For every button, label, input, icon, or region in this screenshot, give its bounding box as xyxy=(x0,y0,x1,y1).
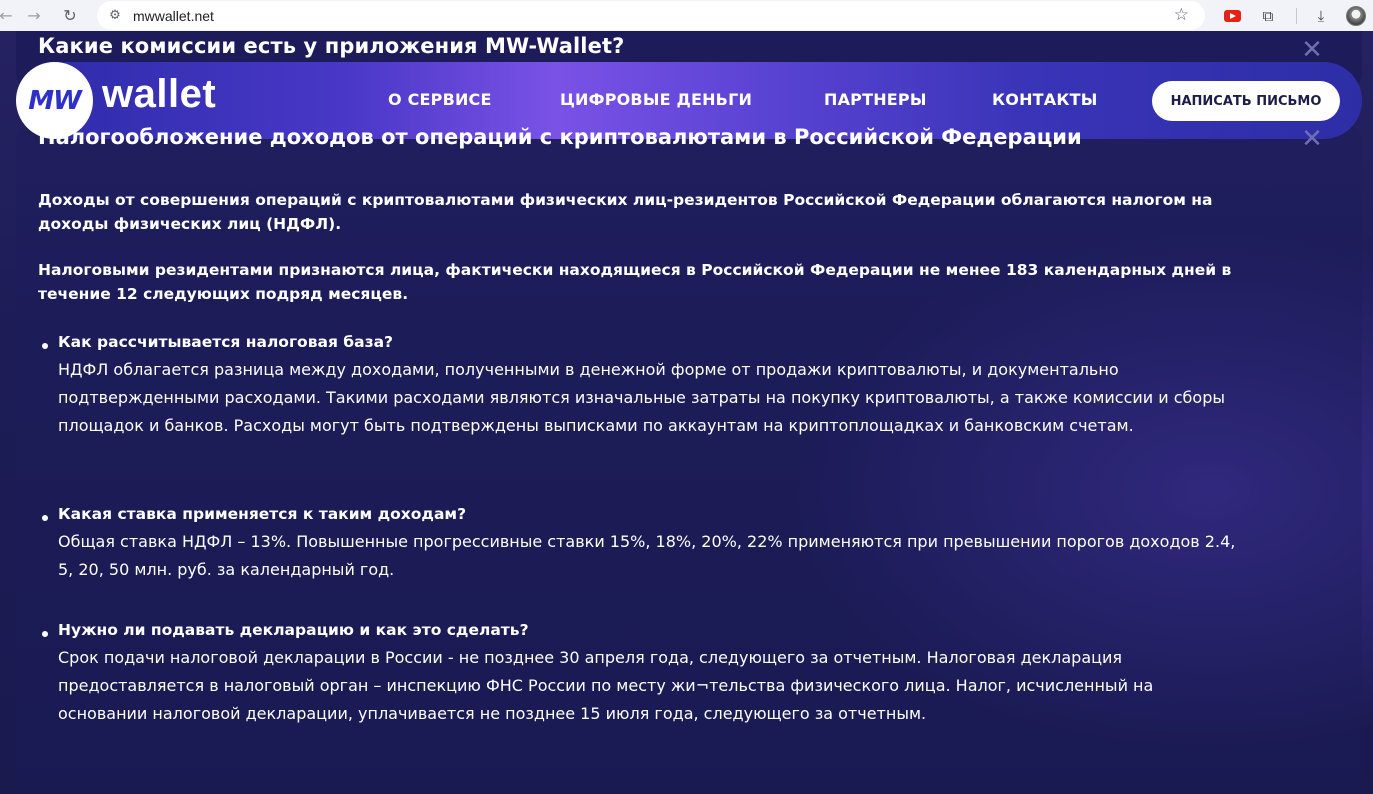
logo-wordmark[interactable]: wallet xyxy=(102,72,216,117)
toolbar-divider xyxy=(1296,8,1297,24)
intro-paragraph: Доходы от совершения операций с криптова… xyxy=(38,191,1213,233)
download-icon[interactable]: ⤓ xyxy=(1309,4,1333,28)
browser-toolbar: ← → ↻ ⚙ mwwallet.net ☆ ⧉ ⤓ xyxy=(0,0,1373,31)
faq-question: Как рассчитывается налоговая база? xyxy=(58,333,394,351)
close-icon[interactable]: ✕ xyxy=(1300,126,1324,152)
forward-arrow-icon[interactable]: → xyxy=(20,1,48,29)
write-letter-button[interactable]: НАПИСАТЬ ПИСЬМО xyxy=(1152,81,1340,121)
reload-icon[interactable]: ↻ xyxy=(56,1,84,29)
nav-link-partners[interactable]: ПАРТНЕРЫ xyxy=(824,90,927,109)
nav-link-about[interactable]: О СЕРВИСЕ xyxy=(388,90,492,109)
logo-mark: MW xyxy=(28,85,82,116)
youtube-extension-icon[interactable] xyxy=(1220,4,1244,28)
profile-avatar-icon[interactable] xyxy=(1344,4,1368,28)
faq-question: Какая ставка применяется к таким доходам… xyxy=(58,505,467,523)
faq-answer: Срок подачи налоговой декларации в Росси… xyxy=(58,648,1154,723)
faq-question: Нужно ли подавать декларацию и как это с… xyxy=(58,621,529,639)
residency-paragraph: Налоговыми резидентами признаются лица, … xyxy=(38,261,1232,303)
back-arrow-icon[interactable]: ← xyxy=(0,1,20,29)
extensions-puzzle-icon[interactable]: ⧉ xyxy=(1256,4,1280,28)
url-text[interactable]: mwwallet.net xyxy=(133,8,214,24)
faq-answer: Общая ставка НДФЛ – 13%. Повышенные прог… xyxy=(58,532,1236,579)
site-settings-icon[interactable]: ⚙ xyxy=(104,8,126,23)
bullet-dot xyxy=(42,515,48,521)
faq-item-previous-title[interactable]: Какие комиссии есть у приложения MW-Wall… xyxy=(38,34,624,58)
nav-link-digital-money[interactable]: ЦИФРОВЫЕ ДЕНЬГИ xyxy=(560,90,752,109)
nav-link-contacts[interactable]: КОНТАКТЫ xyxy=(992,90,1098,109)
bullet-dot xyxy=(42,343,48,349)
faq-answer: НДФЛ облагается разница между доходами, … xyxy=(58,360,1225,435)
address-bar[interactable]: ⚙ mwwallet.net ☆ xyxy=(97,1,1205,30)
bookmark-star-icon[interactable]: ☆ xyxy=(1174,5,1189,25)
close-icon[interactable]: ✕ xyxy=(1300,37,1324,63)
bullet-dot xyxy=(42,631,48,637)
faq-item-title[interactable]: Налогообложение доходов от операций с кр… xyxy=(38,125,1082,149)
